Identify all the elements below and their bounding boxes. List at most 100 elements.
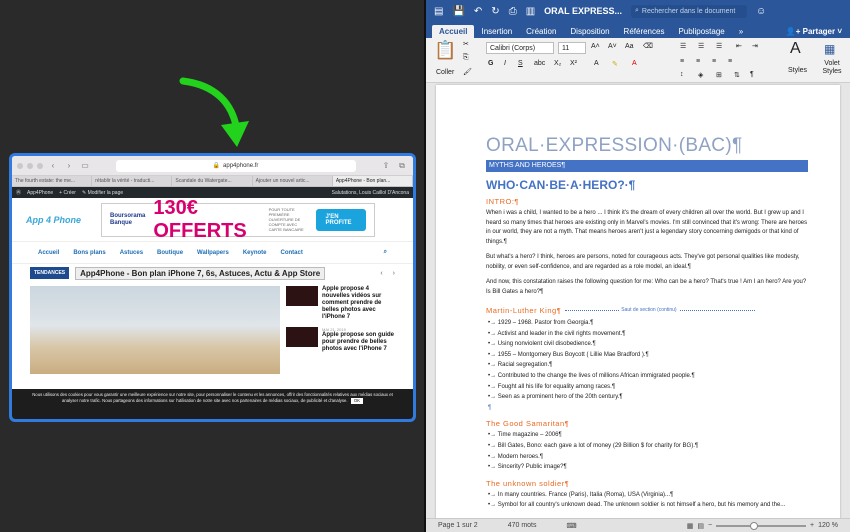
text-effects-icon[interactable]: A <box>594 60 599 67</box>
highlight-icon[interactable]: ✎ <box>612 60 618 68</box>
wp-edit-link[interactable]: ✎ Modifier la page <box>82 190 123 196</box>
side-article[interactable]: MAI 21, 2019 Apple propose son guide pou… <box>286 327 395 353</box>
address-bar[interactable]: 🔒 app4phone.fr <box>115 159 356 172</box>
tab-disposition[interactable]: Disposition <box>563 25 616 38</box>
back-icon[interactable]: ‹ <box>47 161 59 170</box>
align-left-icon[interactable]: ≡ <box>680 58 684 65</box>
smiley-feedback-icon[interactable]: ☺ <box>756 6 766 17</box>
ad-cta-button[interactable]: J'EN PROFITE <box>315 208 367 231</box>
zoom-out-icon[interactable]: − <box>708 522 712 529</box>
share-icon[interactable]: ⇪ <box>380 161 392 170</box>
wordpress-icon[interactable]: Ⓦ <box>16 189 21 196</box>
forward-icon[interactable]: › <box>63 161 75 170</box>
numbering-icon[interactable]: ☰ <box>698 42 704 50</box>
word-count[interactable]: 470 mots <box>508 522 537 529</box>
nav-item-boutique[interactable]: Boutique <box>157 250 183 256</box>
site-logo[interactable]: App 4 Phone <box>26 215 81 225</box>
redo-icon[interactable]: ↻ <box>491 6 499 17</box>
print-icon[interactable]: ⎙ <box>509 6 517 17</box>
font-family-select[interactable]: Calibri (Corps) <box>486 42 554 54</box>
wp-new-link[interactable]: + Créer <box>59 190 76 196</box>
italic-button[interactable]: I <box>504 60 506 67</box>
undo-icon[interactable]: ↶ <box>474 6 482 17</box>
strikethrough-button[interactable]: abc <box>534 60 545 67</box>
subscript-button[interactable]: X₂ <box>554 60 561 67</box>
sidebar-icon[interactable]: ▭ <box>79 161 91 170</box>
hero-image[interactable] <box>30 286 280 374</box>
nav-item-astuces[interactable]: Astuces <box>120 250 143 256</box>
nav-item-accueil[interactable]: Accueil <box>38 250 59 256</box>
zoom-dot-icon[interactable] <box>37 162 43 169</box>
align-right-icon[interactable]: ≡ <box>712 58 716 65</box>
trending-title[interactable]: App4Phone - Bon plan iPhone 7, 6s, Astuc… <box>75 266 326 280</box>
nav-item-wallpapers[interactable]: Wallpapers <box>197 250 229 256</box>
document-area[interactable]: ORAL·EXPRESSION·(BAC)¶ MYTHS AND HEROES¶… <box>426 83 850 518</box>
multilevel-list-icon[interactable]: ☰ <box>716 42 722 50</box>
shading-icon[interactable]: ◈ <box>698 71 703 79</box>
wp-greeting[interactable]: Salutations, Louis Caillol D'Ancona <box>332 190 409 196</box>
decrease-indent-icon[interactable]: ⇤ <box>736 42 742 50</box>
search-document-field[interactable]: ⌕ Rechercher dans le document <box>631 4 747 18</box>
format-painter-icon[interactable]: 🖌 <box>463 68 472 76</box>
ad-banner[interactable]: Boursorama Banque 130€ OFFERTS POUR TOUT… <box>101 197 376 242</box>
shrink-font-icon[interactable]: A˅ <box>608 43 617 50</box>
grow-font-icon[interactable]: A˄ <box>591 43 600 50</box>
print-layout-icon[interactable]: ▦ <box>687 522 694 530</box>
align-center-icon[interactable]: ≡ <box>696 58 700 65</box>
minimize-dot-icon[interactable] <box>27 162 33 169</box>
styles-label[interactable]: Styles <box>788 67 807 74</box>
styles-pane-icon[interactable]: ▦ <box>824 42 835 56</box>
article-thumbnail[interactable] <box>286 327 318 347</box>
safari-tab[interactable]: Ajouter un nouvel artic... <box>253 176 333 186</box>
tab-publipostage[interactable]: Publipostage <box>671 25 731 38</box>
zoom-level[interactable]: 120 % <box>818 522 838 529</box>
proofing-icon[interactable]: ⌨ <box>567 522 577 530</box>
trend-next-icon[interactable]: › <box>393 270 395 277</box>
more-tabs-icon[interactable]: » <box>732 25 750 38</box>
wp-site-link[interactable]: App4Phone <box>27 190 53 196</box>
nav-item-contact[interactable]: Contact <box>281 250 303 256</box>
bold-button[interactable]: G <box>488 60 493 67</box>
article-title[interactable]: Apple propose son guide pour prendre de … <box>322 332 395 353</box>
word-window[interactable]: ▤ 💾 ↶ ↻ ⎙ ▥ ORAL EXPRESS... ⌕ Rechercher… <box>426 0 850 532</box>
styles-icon[interactable]: A <box>790 40 801 58</box>
safari-tab[interactable]: rétablir la vérité - traducti... <box>92 176 173 186</box>
font-color-icon[interactable]: A <box>632 60 637 67</box>
article-thumbnail[interactable] <box>286 286 318 306</box>
cut-icon[interactable]: ✂ <box>463 40 469 48</box>
tab-insertion[interactable]: Insertion <box>474 25 519 38</box>
font-size-select[interactable]: 11 <box>558 42 586 54</box>
side-article[interactable]: Apple propose 4 nouvelles vidéos sur com… <box>286 286 395 321</box>
show-marks-icon[interactable]: ¶ <box>750 71 754 78</box>
justify-icon[interactable]: ≡ <box>728 58 732 65</box>
sort-icon[interactable]: ⇅ <box>734 71 740 79</box>
nav-item-bons-plans[interactable]: Bons plans <box>73 250 105 256</box>
copy-icon[interactable]: ⎘ <box>463 54 469 62</box>
line-spacing-icon[interactable]: ↕ <box>680 71 684 78</box>
tabs-icon[interactable]: ⧉ <box>396 161 408 171</box>
web-layout-icon[interactable]: ▤ <box>697 522 704 530</box>
page-count[interactable]: Page 1 sur 2 <box>438 522 478 529</box>
tab-accueil[interactable]: Accueil <box>432 25 475 38</box>
paste-icon[interactable]: 📋 <box>434 40 456 61</box>
zoom-slider[interactable] <box>716 521 807 530</box>
cookie-ok-button[interactable]: OK <box>350 398 364 404</box>
tab-references[interactable]: Références <box>617 25 672 38</box>
bullets-icon[interactable]: ☰ <box>680 42 686 50</box>
search-icon[interactable]: ⌕ <box>384 249 387 256</box>
zoom-in-icon[interactable]: + <box>810 522 814 529</box>
zoom-slider-knob[interactable] <box>750 521 759 530</box>
sidebar-toggle-icon[interactable]: ▤ <box>434 6 443 17</box>
underline-button[interactable]: S <box>518 60 523 67</box>
document-page[interactable]: ORAL·EXPRESSION·(BAC)¶ MYTHS AND HEROES¶… <box>436 85 840 518</box>
safari-tab-active[interactable]: App4Phone - Bon plan... <box>332 176 413 186</box>
save-icon[interactable]: 💾 <box>452 6 464 17</box>
clear-format-icon[interactable]: ⌫ <box>643 42 653 50</box>
tab-creation[interactable]: Création <box>519 25 563 38</box>
safari-tab[interactable]: The fourth estate: the me... <box>12 176 93 186</box>
trend-prev-icon[interactable]: ‹ <box>380 270 382 277</box>
article-title[interactable]: Apple propose 4 nouvelles vidéos sur com… <box>322 286 395 321</box>
styles-pane-label[interactable]: Volet Styles <box>816 60 848 76</box>
increase-indent-icon[interactable]: ⇥ <box>752 42 758 50</box>
borders-icon[interactable]: ⊞ <box>716 71 722 79</box>
